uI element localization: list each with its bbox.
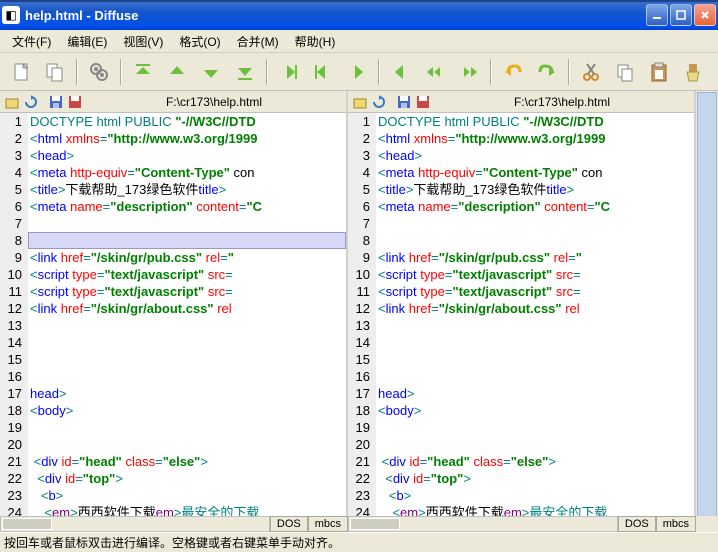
save-icon[interactable] (396, 94, 412, 110)
menu-edit[interactable]: 编辑(E) (59, 31, 115, 52)
app-icon: ◧ (2, 6, 20, 24)
save-as-icon[interactable] (67, 94, 83, 110)
left-enc-status: mbcs (308, 516, 348, 532)
left-h-scrollbar[interactable] (0, 516, 270, 532)
copy-file-button[interactable] (40, 57, 70, 87)
left-eol-status: DOS (270, 516, 308, 532)
menu-merge[interactable]: 合并(M) (229, 31, 287, 52)
save-as-icon[interactable] (415, 94, 431, 110)
next-diff-button[interactable] (196, 57, 226, 87)
menu-file[interactable]: 文件(F) (4, 31, 59, 52)
right-editor[interactable]: 123456789101112131415161718192021222324 … (348, 113, 694, 516)
merge-both-right-button[interactable] (454, 57, 484, 87)
refresh-icon[interactable] (23, 94, 39, 110)
save-icon[interactable] (48, 94, 64, 110)
merge-right-button[interactable] (342, 57, 372, 87)
undo-button[interactable] (498, 57, 528, 87)
menu-help[interactable]: 帮助(H) (287, 31, 344, 52)
merge-left-first-button[interactable] (308, 57, 338, 87)
statusbar: 按回车或者鼠标双击进行编译。空格键或者右键菜单手动对齐。 (0, 532, 718, 552)
left-editor[interactable]: 123456789101112131415161718192021222324 … (0, 113, 346, 516)
open-icon[interactable] (352, 94, 368, 110)
toolbar (0, 53, 718, 91)
left-file-path: F:\cr173\help.html (86, 95, 342, 109)
merge-both-left-button[interactable] (420, 57, 450, 87)
close-button[interactable] (694, 4, 716, 26)
new-file-button[interactable] (6, 57, 36, 87)
prev-diff-button[interactable] (162, 57, 192, 87)
maximize-button[interactable] (670, 4, 692, 26)
vertical-scrollbar[interactable] (696, 91, 718, 516)
copy-button[interactable] (610, 57, 640, 87)
right-h-scrollbar[interactable] (348, 516, 618, 532)
paste-button[interactable] (644, 57, 674, 87)
merge-right-last-button[interactable] (274, 57, 304, 87)
minimize-button[interactable] (646, 4, 668, 26)
right-pane: F:\cr173\help.html 123456789101112131415… (348, 91, 696, 516)
window-title: help.html - Diffuse (25, 8, 646, 23)
first-diff-button[interactable] (128, 57, 158, 87)
redo-button[interactable] (532, 57, 562, 87)
last-diff-button[interactable] (230, 57, 260, 87)
settings-button[interactable] (84, 57, 114, 87)
right-file-path: F:\cr173\help.html (434, 95, 690, 109)
right-enc-status: mbcs (656, 516, 696, 532)
menu-view[interactable]: 视图(V) (115, 31, 171, 52)
open-icon[interactable] (4, 94, 20, 110)
right-eol-status: DOS (618, 516, 656, 532)
left-pane: F:\cr173\help.html 123456789101112131415… (0, 91, 348, 516)
cut-button[interactable] (576, 57, 606, 87)
menu-format[interactable]: 格式(O) (171, 31, 228, 52)
clear-button[interactable] (678, 57, 708, 87)
merge-left-button[interactable] (386, 57, 416, 87)
refresh-icon[interactable] (371, 94, 387, 110)
menubar: 文件(F) 编辑(E) 视图(V) 格式(O) 合并(M) 帮助(H) (0, 30, 718, 53)
